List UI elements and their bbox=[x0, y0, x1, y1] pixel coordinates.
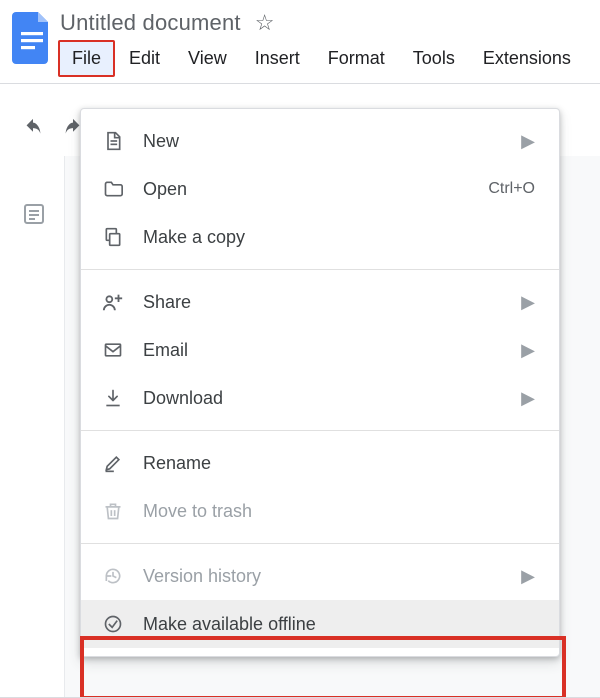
header-divider bbox=[0, 83, 600, 84]
app-frame: Untitled document ☆ File Edit View Inser… bbox=[0, 0, 600, 698]
menu-item-label: Version history bbox=[143, 566, 521, 587]
menu-item-label: Share bbox=[143, 292, 521, 313]
menu-item-label: Rename bbox=[143, 453, 535, 474]
menu-item-open[interactable]: Open Ctrl+O bbox=[81, 165, 559, 213]
menu-view[interactable]: View bbox=[174, 40, 241, 77]
header-right: Untitled document ☆ File Edit View Inser… bbox=[56, 8, 585, 83]
menu-item-share[interactable]: Share ▶ bbox=[81, 278, 559, 326]
menu-item-download[interactable]: Download ▶ bbox=[81, 374, 559, 422]
download-icon bbox=[99, 388, 127, 408]
menu-bar: File Edit View Insert Format Tools Exten… bbox=[56, 36, 585, 83]
menu-separator bbox=[81, 269, 559, 270]
menu-item-new[interactable]: New ▶ bbox=[81, 117, 559, 165]
submenu-arrow-icon: ▶ bbox=[521, 566, 535, 587]
menu-format[interactable]: Format bbox=[314, 40, 399, 77]
menu-item-shortcut: Ctrl+O bbox=[488, 180, 535, 198]
menu-item-version-history: Version history ▶ bbox=[81, 552, 559, 600]
menu-item-label: Open bbox=[143, 179, 488, 200]
history-icon bbox=[99, 566, 127, 586]
submenu-arrow-icon: ▶ bbox=[521, 292, 535, 313]
menu-item-label: New bbox=[143, 131, 521, 152]
file-menu: New ▶ Open Ctrl+O Make a copy Share ▶ bbox=[80, 108, 560, 657]
menu-separator bbox=[81, 430, 559, 431]
header: Untitled document ☆ File Edit View Inser… bbox=[0, 0, 600, 83]
menu-file[interactable]: File bbox=[58, 40, 115, 77]
submenu-arrow-icon: ▶ bbox=[521, 131, 535, 152]
trash-icon bbox=[99, 501, 127, 521]
menu-item-label: Make a copy bbox=[143, 227, 535, 248]
doc-title[interactable]: Untitled document bbox=[60, 10, 241, 36]
menu-item-label: Email bbox=[143, 340, 521, 361]
menu-item-move-to-trash: Move to trash bbox=[81, 487, 559, 535]
submenu-arrow-icon: ▶ bbox=[521, 388, 535, 409]
menu-item-make-available-offline[interactable]: Make available offline bbox=[81, 600, 559, 648]
new-doc-icon bbox=[99, 131, 127, 151]
undo-icon[interactable] bbox=[22, 118, 44, 140]
docs-icon bbox=[12, 12, 52, 64]
menu-extensions[interactable]: Extensions bbox=[469, 40, 585, 77]
menu-item-label: Move to trash bbox=[143, 501, 535, 522]
menu-item-email[interactable]: Email ▶ bbox=[81, 326, 559, 374]
rename-icon bbox=[99, 453, 127, 473]
menu-item-make-a-copy[interactable]: Make a copy bbox=[81, 213, 559, 261]
copy-icon bbox=[99, 227, 127, 247]
title-bar: Untitled document ☆ bbox=[56, 8, 585, 36]
left-gutter bbox=[0, 156, 65, 697]
menu-item-label: Make available offline bbox=[143, 614, 535, 635]
folder-icon bbox=[99, 179, 127, 199]
outline-icon[interactable] bbox=[22, 202, 46, 226]
menu-edit[interactable]: Edit bbox=[115, 40, 174, 77]
offline-icon bbox=[99, 614, 127, 634]
menu-item-rename[interactable]: Rename bbox=[81, 439, 559, 487]
submenu-arrow-icon: ▶ bbox=[521, 340, 535, 361]
menu-insert[interactable]: Insert bbox=[241, 40, 314, 77]
docs-logo[interactable] bbox=[8, 8, 56, 76]
star-icon[interactable]: ☆ bbox=[255, 12, 275, 34]
share-icon bbox=[99, 292, 127, 312]
menu-separator bbox=[81, 543, 559, 544]
email-icon bbox=[99, 340, 127, 360]
menu-tools[interactable]: Tools bbox=[399, 40, 469, 77]
menu-item-label: Download bbox=[143, 388, 521, 409]
